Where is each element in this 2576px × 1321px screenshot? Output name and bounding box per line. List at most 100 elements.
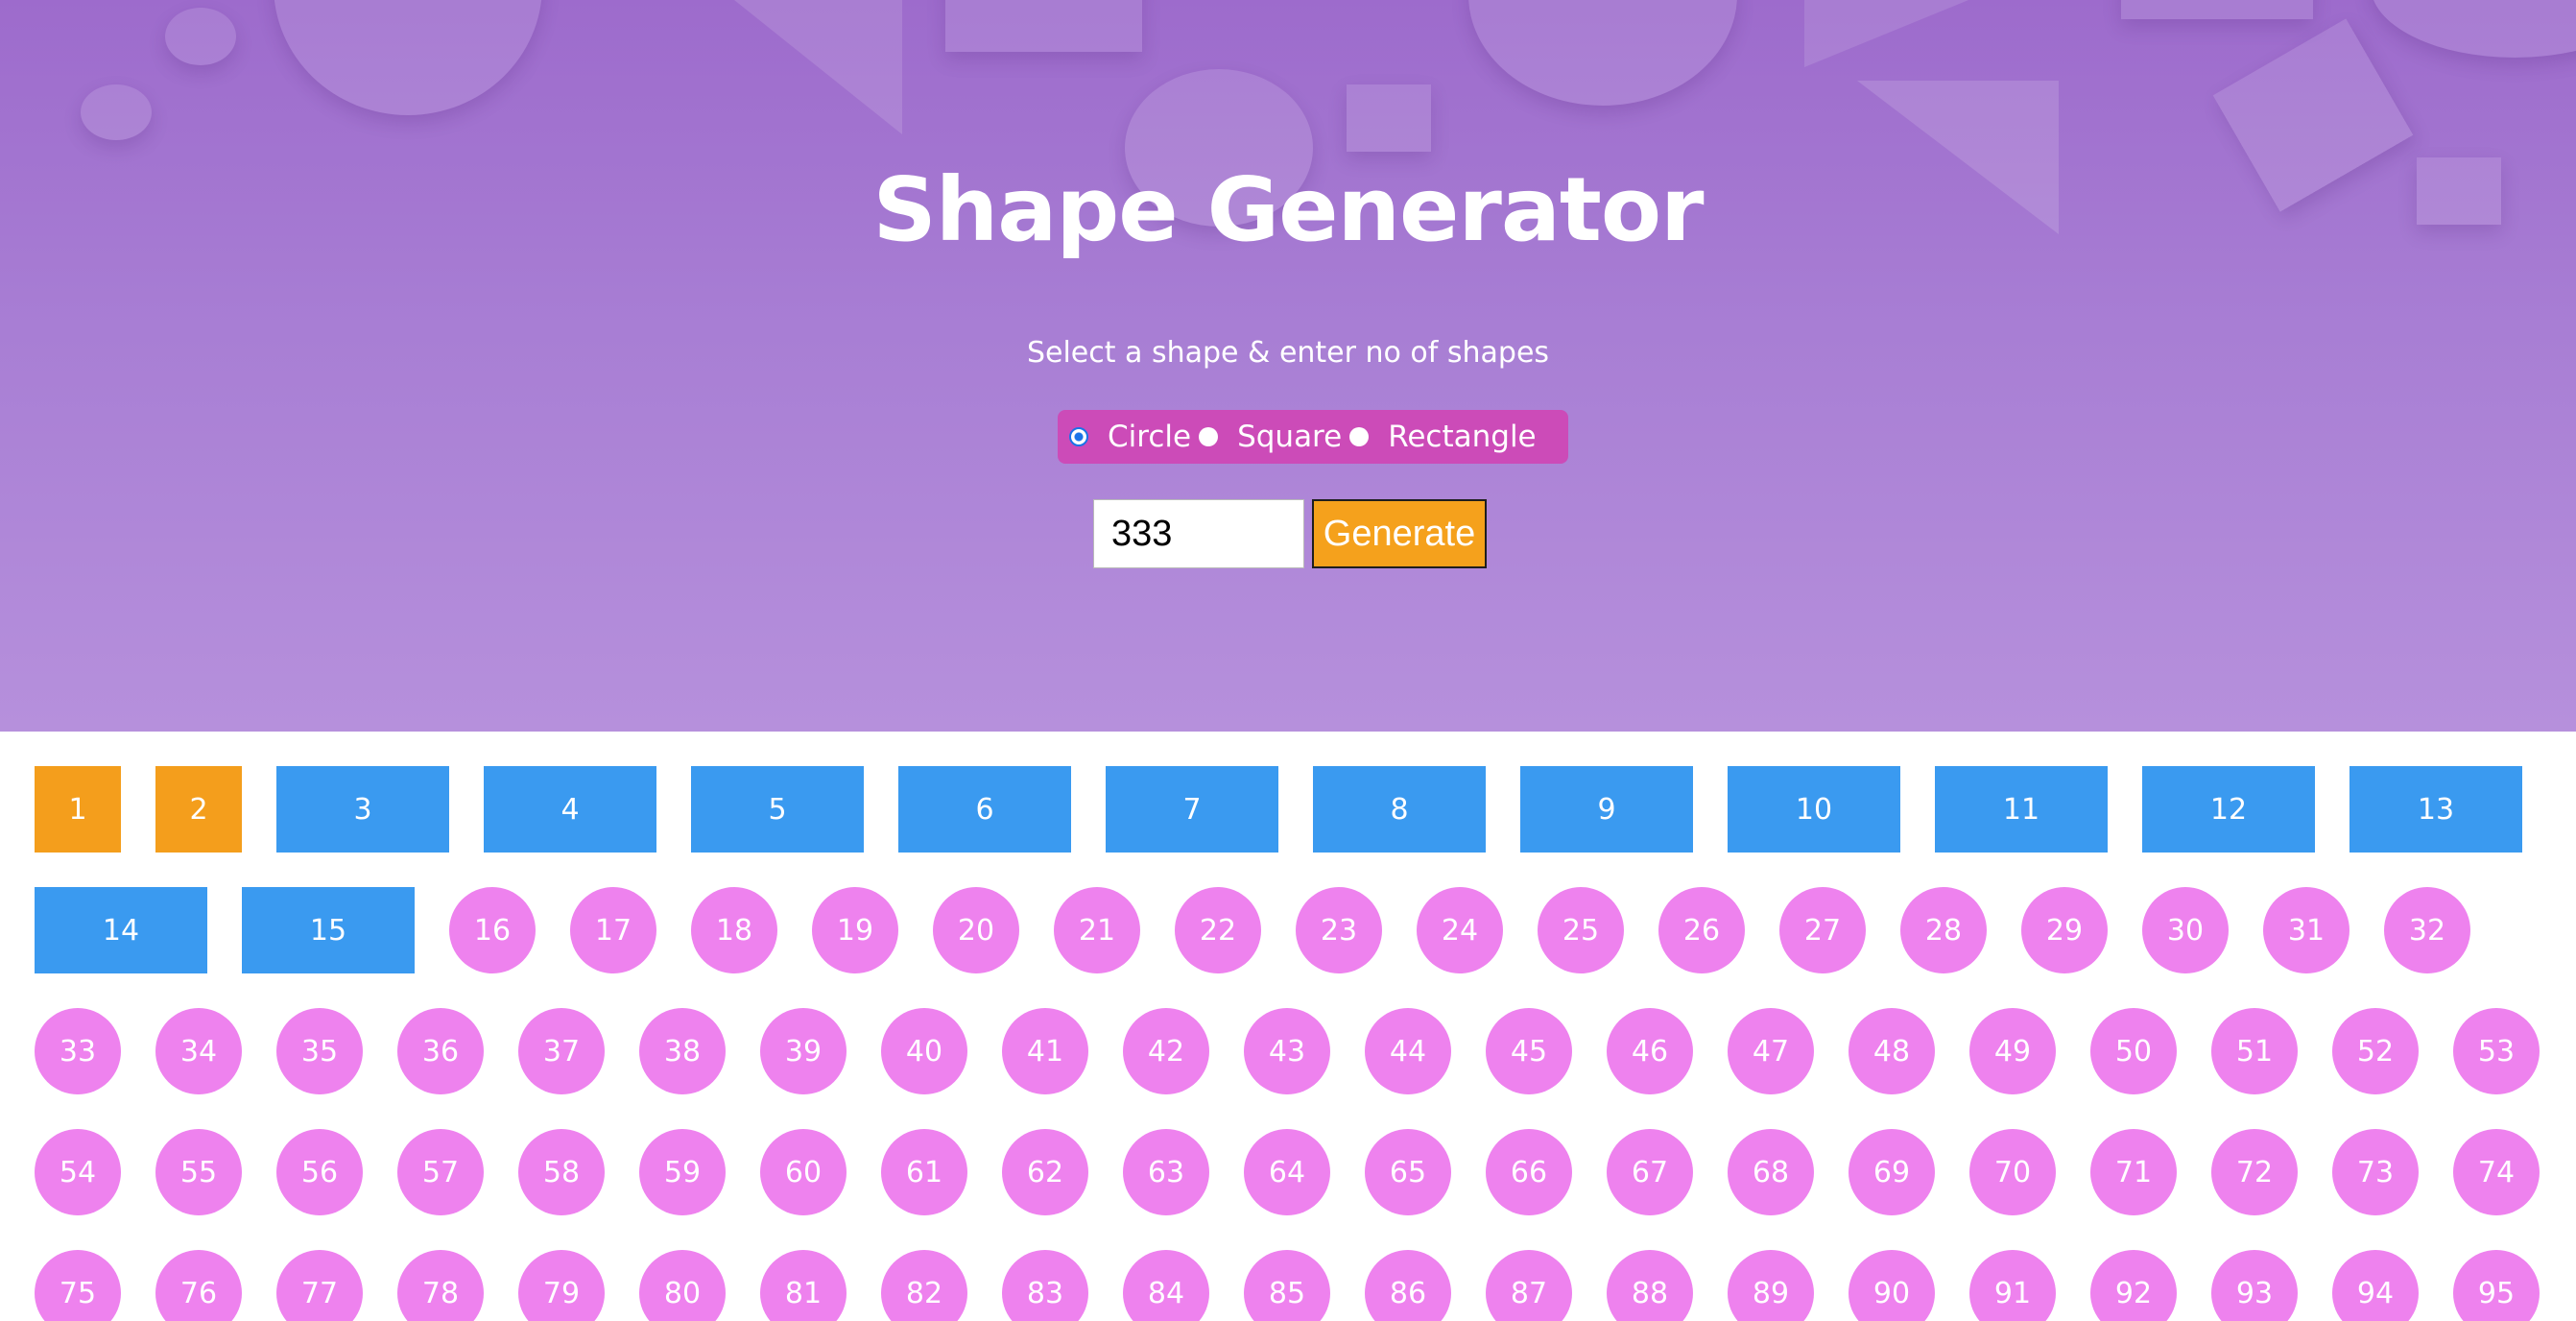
shape-rectangle: 14 [35, 887, 207, 973]
shape-circle: 76 [155, 1250, 242, 1321]
shape-circle: 18 [691, 887, 777, 973]
shape-rectangle: 3 [276, 766, 449, 853]
shape-circle: 45 [1486, 1008, 1572, 1094]
shape-circle: 49 [1969, 1008, 2056, 1094]
shape-circle: 71 [2090, 1129, 2177, 1215]
shape-circle: 65 [1365, 1129, 1451, 1215]
shape-rectangle: 7 [1106, 766, 1278, 853]
shape-circle: 51 [2211, 1008, 2298, 1094]
shape-circle: 42 [1123, 1008, 1209, 1094]
shape-circle: 78 [397, 1250, 484, 1321]
shape-circle: 94 [2332, 1250, 2419, 1321]
decorative-square [945, 0, 1142, 52]
instructions-text: Select a shape & enter no of shapes [1026, 336, 1550, 370]
shape-circle: 79 [518, 1250, 605, 1321]
shape-circle: 23 [1296, 887, 1382, 973]
shape-circle: 20 [933, 887, 1019, 973]
shape-square: 2 [155, 766, 242, 853]
shape-circle: 95 [2453, 1250, 2540, 1321]
shape-circle: 58 [518, 1129, 605, 1215]
shape-circle: 83 [1002, 1250, 1088, 1321]
radio-label-rectangle: Rectangle [1388, 420, 1537, 454]
radio-option-square[interactable]: Square [1191, 420, 1342, 454]
shape-circle: 90 [1849, 1250, 1935, 1321]
hero-banner: Shape Generator Select a shape & enter n… [0, 0, 2576, 732]
radio-option-circle[interactable]: Circle [1058, 420, 1191, 454]
shape-circle: 64 [1244, 1129, 1330, 1215]
shape-circle: 52 [2332, 1008, 2419, 1094]
shape-circle: 60 [760, 1129, 847, 1215]
radio-circle-icon[interactable] [1199, 427, 1219, 446]
shape-rectangle: 15 [242, 887, 415, 973]
shape-circle: 35 [276, 1008, 363, 1094]
shape-circle: 39 [760, 1008, 847, 1094]
shape-circle: 69 [1849, 1129, 1935, 1215]
shape-circle: 28 [1900, 887, 1987, 973]
shape-circle: 54 [35, 1129, 121, 1215]
decorative-triangle [1804, 0, 2015, 67]
shape-circle: 16 [449, 887, 536, 973]
shape-circle: 22 [1175, 887, 1261, 973]
shape-circle: 48 [1849, 1008, 1935, 1094]
radio-option-rectangle[interactable]: Rectangle [1342, 420, 1537, 454]
shape-circle: 87 [1486, 1250, 1572, 1321]
shape-rectangle: 6 [898, 766, 1071, 853]
shape-circle: 32 [2384, 887, 2470, 973]
shape-rectangle: 13 [2349, 766, 2522, 853]
shape-rectangle: 4 [484, 766, 656, 853]
shape-circle: 43 [1244, 1008, 1330, 1094]
shape-count-input[interactable] [1093, 499, 1304, 568]
shape-circle: 92 [2090, 1250, 2177, 1321]
shape-circle: 25 [1538, 887, 1624, 973]
radio-label-circle: Circle [1108, 420, 1192, 454]
shape-rectangle: 9 [1520, 766, 1693, 853]
shape-circle: 44 [1365, 1008, 1451, 1094]
radio-circle-icon[interactable] [1349, 427, 1370, 446]
page-title: Shape Generator [872, 158, 1705, 261]
shape-circle: 27 [1779, 887, 1866, 973]
radio-label-square: Square [1237, 420, 1343, 454]
shape-circle: 40 [881, 1008, 967, 1094]
shape-circle: 61 [881, 1129, 967, 1215]
shape-circle: 30 [2142, 887, 2229, 973]
shape-circle: 26 [1658, 887, 1745, 973]
shape-type-radio-group: Circle Square Rectangle [1058, 410, 1568, 464]
shape-circle: 50 [2090, 1008, 2177, 1094]
shape-circle: 41 [1002, 1008, 1088, 1094]
shape-circle: 88 [1607, 1250, 1693, 1321]
shape-circle: 37 [518, 1008, 605, 1094]
shape-circle: 70 [1969, 1129, 2056, 1215]
shape-rectangle: 5 [691, 766, 864, 853]
shape-circle: 33 [35, 1008, 121, 1094]
shape-circle: 91 [1969, 1250, 2056, 1321]
shape-circle: 38 [639, 1008, 726, 1094]
shape-circle: 63 [1123, 1129, 1209, 1215]
shape-circle: 81 [760, 1250, 847, 1321]
shape-circle: 59 [639, 1129, 726, 1215]
radio-circle-selected-icon[interactable] [1069, 427, 1088, 446]
generate-button[interactable]: Generate [1312, 499, 1487, 568]
shape-circle: 85 [1244, 1250, 1330, 1321]
shape-circle: 53 [2453, 1008, 2540, 1094]
shape-circle: 46 [1607, 1008, 1693, 1094]
decorative-triangle [710, 0, 902, 134]
shape-circle: 19 [812, 887, 898, 973]
shape-circle: 66 [1486, 1129, 1572, 1215]
shape-rectangle: 12 [2142, 766, 2315, 853]
decorative-square [1347, 84, 1431, 152]
generator-controls: Generate [1093, 499, 1487, 568]
shape-circle: 75 [35, 1250, 121, 1321]
shape-circle: 21 [1054, 887, 1140, 973]
shape-rectangle: 8 [1313, 766, 1486, 853]
shape-circle: 17 [570, 887, 656, 973]
shape-circle: 82 [881, 1250, 967, 1321]
decorative-circle [81, 84, 152, 140]
shape-circle: 74 [2453, 1129, 2540, 1215]
generated-shapes-area: 1 2 3 4 5 6 7 8 9 10 11 12 13 14 15 16 17 18 19 20 21 22 23 24 2… [0, 732, 2576, 1321]
decorative-circle [1468, 0, 1737, 106]
shape-circle: 68 [1728, 1129, 1814, 1215]
shape-circle: 93 [2211, 1250, 2298, 1321]
decorative-circle [274, 0, 542, 115]
shape-square: 1 [35, 766, 121, 853]
decorative-circle [2371, 0, 2576, 58]
